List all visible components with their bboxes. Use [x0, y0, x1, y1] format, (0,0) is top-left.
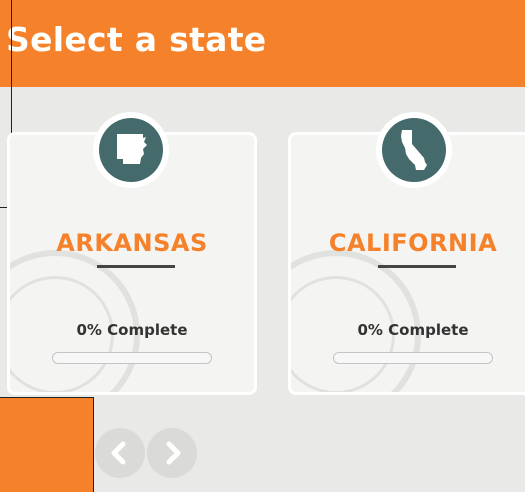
- state-name-california: CALIFORNIA: [328, 229, 498, 257]
- chevron-right-icon: [166, 441, 181, 465]
- state-name-arkansas: ARKANSAS: [56, 229, 208, 257]
- progress-label-california: 0% Complete: [357, 321, 469, 339]
- progress-label-arkansas: 0% Complete: [76, 321, 188, 339]
- page-title: Select a state: [6, 20, 267, 59]
- title-underline: [378, 265, 456, 268]
- progress-bar-california: [333, 352, 493, 364]
- next-page-button[interactable]: [147, 428, 197, 478]
- arkansas-state-icon: [93, 112, 169, 188]
- california-state-icon: [376, 112, 452, 188]
- header-bar: Select a state: [0, 0, 525, 87]
- progress-bar-arkansas: [52, 352, 212, 364]
- prev-page-button[interactable]: [95, 428, 145, 478]
- bottom-action-panel: [0, 397, 94, 492]
- chevron-left-icon: [111, 441, 126, 465]
- title-underline: [97, 265, 175, 268]
